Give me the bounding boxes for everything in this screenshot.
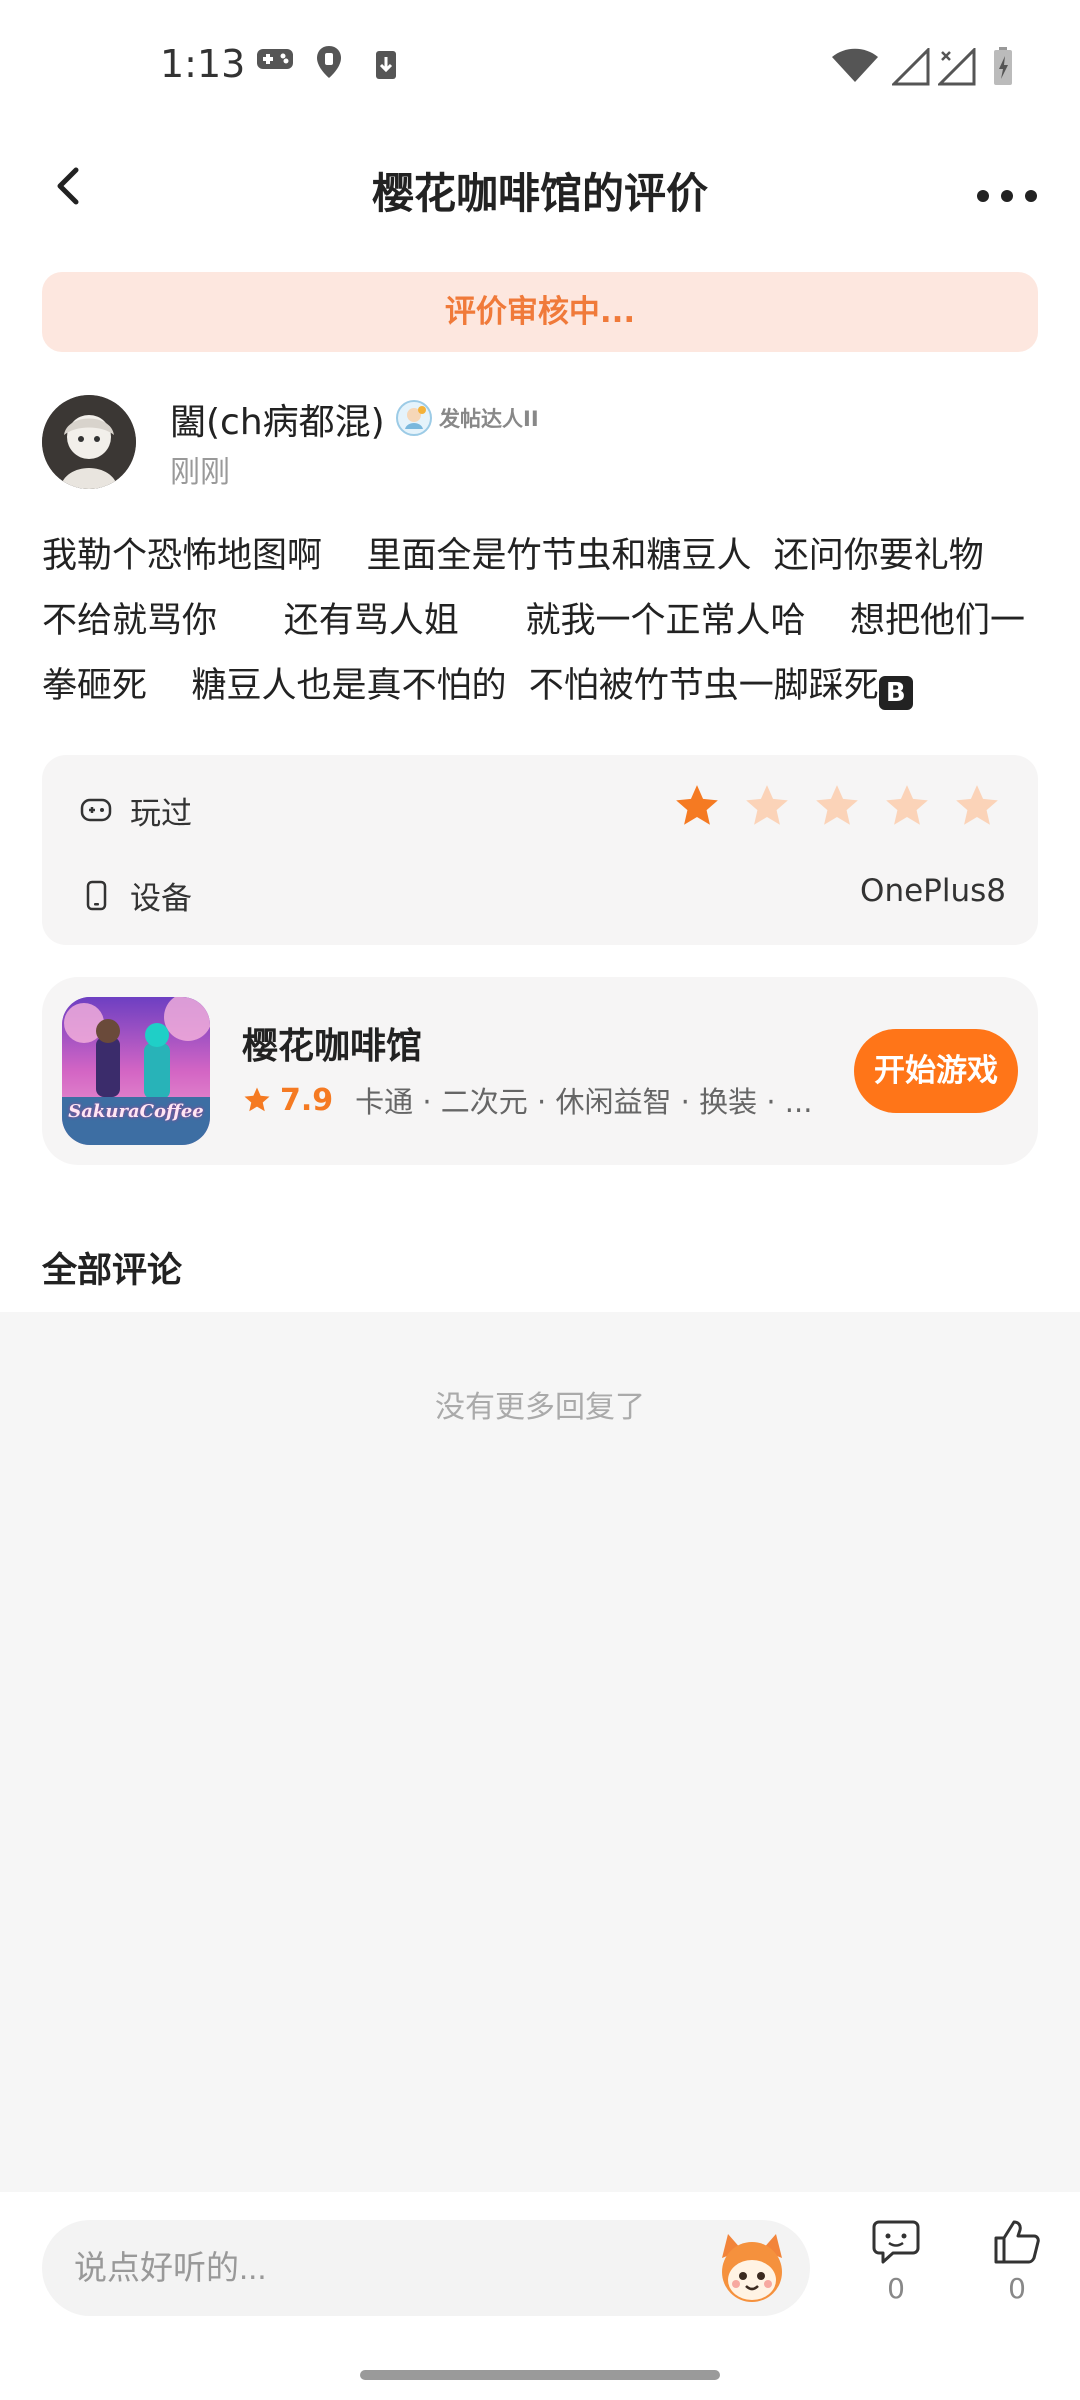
star-empty-icon	[886, 785, 928, 825]
post-time: 刚刚	[170, 455, 230, 490]
gamepad-icon	[80, 798, 112, 822]
home-indicator[interactable]	[360, 2370, 720, 2380]
avatar-image	[42, 395, 136, 489]
review-info-card: 玩过 设备 OnePlus8	[42, 755, 1038, 945]
game-score: 7.9	[280, 1082, 334, 1118]
like-action[interactable]: 0	[977, 2218, 1057, 2305]
gamepad-icon	[257, 49, 293, 69]
badge-icon	[396, 400, 432, 436]
comment-count: 0	[887, 2272, 905, 2305]
played-label: 玩过	[130, 795, 192, 832]
b-emoji: B	[878, 676, 913, 710]
status-bar: 1:13	[0, 0, 1080, 130]
signal-2-icon	[938, 48, 976, 86]
review-line: 我勒个恐怖地图啊 里面全是竹节虫和糖豆人 还问你要礼物	[42, 536, 984, 576]
rating-stars	[672, 781, 1002, 831]
signal-1-icon	[892, 48, 930, 86]
author-badge: 发帖达人II	[395, 398, 539, 438]
star-filled-icon	[676, 785, 718, 825]
page-title: 樱花咖啡馆的评价	[371, 169, 708, 218]
game-icon-caption: SakuraCoffee	[68, 1101, 204, 1122]
avatar[interactable]	[42, 395, 136, 489]
download-icon	[376, 51, 396, 79]
comment-icon[interactable]	[871, 2218, 921, 2266]
star-empty-icon	[816, 785, 858, 825]
no-more-replies-text: 没有更多回复了	[435, 1390, 645, 1425]
star-icon	[244, 1087, 270, 1112]
battery-icon	[994, 47, 1012, 85]
app-header: 樱花咖啡馆的评价	[0, 130, 1080, 265]
star-empty-icon	[956, 785, 998, 825]
star-empty-icon	[746, 785, 788, 825]
review-status-banner: 评价审核中...	[42, 272, 1038, 352]
review-line: 拳砸死 糖豆人也是真不怕的 不怕被竹节虫一脚踩死	[42, 666, 879, 706]
wifi-icon	[832, 48, 878, 82]
device-value: OnePlus8	[860, 873, 1006, 909]
game-icon[interactable]: SakuraCoffee	[62, 997, 210, 1145]
mascot-emoji-icon[interactable]	[712, 2228, 792, 2308]
game-meta: 7.9 卡通 · 二次元 · 休闲益智 · 换装 · ...	[242, 1080, 825, 1120]
comments-title: 全部评论	[42, 1251, 183, 1291]
badge-label: 发帖达人II	[439, 407, 539, 431]
more-options-icon[interactable]	[972, 160, 1042, 220]
comments-area: 没有更多回复了	[0, 1312, 1080, 2192]
played-row: 玩过	[80, 785, 192, 835]
start-game-button[interactable]: 开始游戏	[854, 1029, 1018, 1113]
thumbs-up-icon[interactable]	[992, 2218, 1042, 2266]
comment-input[interactable]	[42, 2220, 810, 2316]
author-name[interactable]: 闔(ch病都混)	[170, 393, 385, 445]
game-card[interactable]: SakuraCoffee 樱花咖啡馆 7.9 卡通 · 二次元 · 休闲益智 ·…	[42, 977, 1038, 1165]
status-time: 1:13	[160, 42, 246, 86]
comment-action[interactable]: 0	[856, 2218, 936, 2305]
phone-icon	[86, 880, 107, 911]
review-content: 我勒个恐怖地图啊 里面全是竹节虫和糖豆人 还问你要礼物 不给就骂你 还有骂人姐 …	[42, 524, 1042, 719]
game-name[interactable]: 樱花咖啡馆	[242, 1017, 422, 1069]
device-row: 设备	[80, 870, 192, 920]
game-icon-art	[62, 997, 210, 1145]
device-label: 设备	[130, 880, 192, 917]
like-count: 0	[1008, 2272, 1026, 2305]
bottom-bar: 0 0	[0, 2192, 1080, 2400]
review-line: 不给就骂你 还有骂人姐 就我一个正常人哈 想把他们一	[42, 601, 1026, 641]
location-shield-icon	[317, 46, 341, 78]
game-tags: 卡通 · 二次元 · 休闲益智 · 换装 · ...	[355, 1085, 813, 1119]
